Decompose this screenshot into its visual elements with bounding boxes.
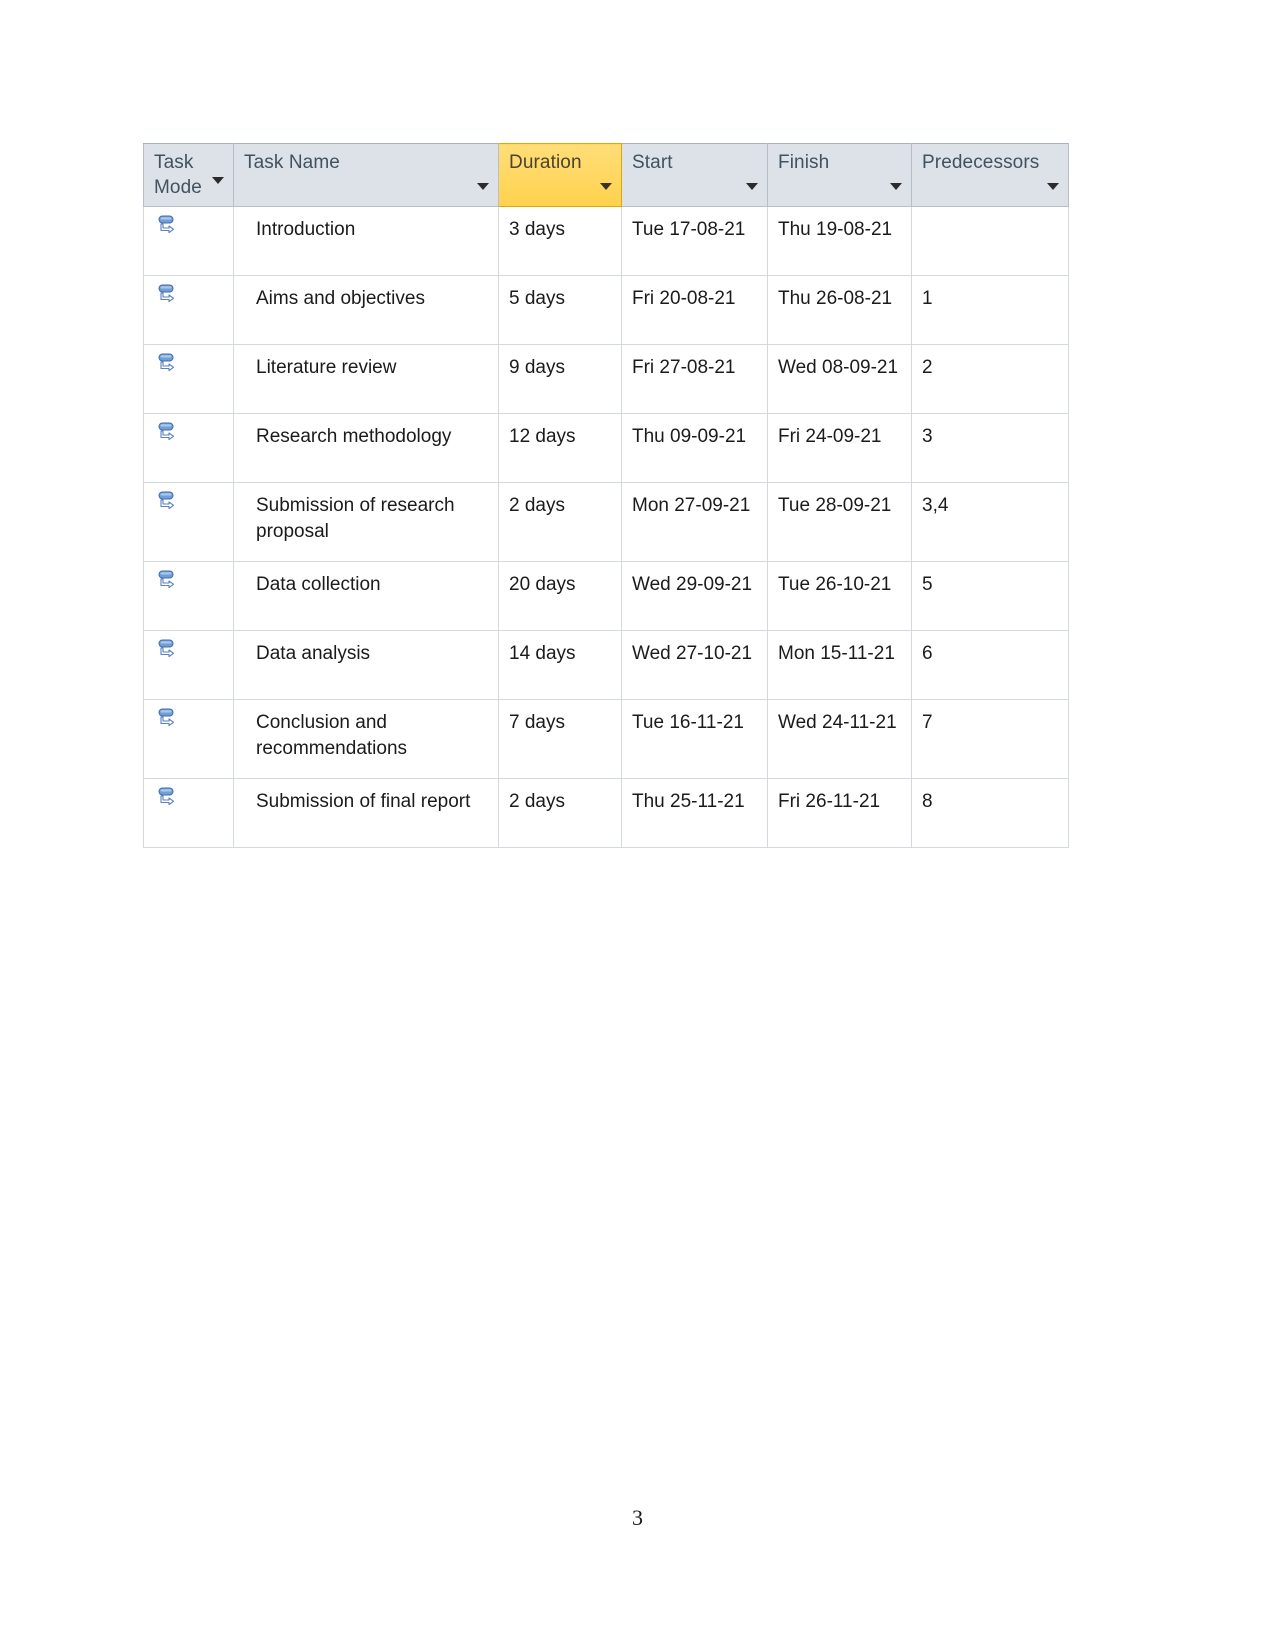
cell-task-mode[interactable] xyxy=(143,206,234,276)
cell-start[interactable]: Wed 29-09-21 xyxy=(621,561,768,631)
cell-predecessors[interactable]: 5 xyxy=(911,561,1069,631)
cell-predecessors[interactable]: 6 xyxy=(911,630,1069,700)
cell-task-name[interactable]: Data collection xyxy=(233,561,499,631)
cell-duration[interactable]: 14 days xyxy=(498,630,622,700)
table-row[interactable]: Literature review 9 days Fri 27-08-21 Wed 0… xyxy=(143,344,1069,414)
cell-task-name[interactable]: Literature review xyxy=(233,344,499,414)
filter-chevron-down-icon-finish[interactable] xyxy=(890,183,902,190)
filter-chevron-down-icon-task-mode[interactable] xyxy=(212,177,224,184)
table-row[interactable]: Research methodology 12 days Thu 09-09-21 F… xyxy=(143,413,1069,483)
table-header-row: Task Mode Task Name Duration Start Finish xyxy=(143,143,1069,207)
cell-start[interactable]: Fri 27-08-21 xyxy=(621,344,768,414)
cell-duration[interactable]: 2 days xyxy=(498,482,622,562)
column-header-task-mode[interactable]: Task Mode xyxy=(143,143,234,207)
project-schedule-table: Task Mode Task Name Duration Start Finish xyxy=(143,143,1069,848)
cell-start[interactable]: Mon 27-09-21 xyxy=(621,482,768,562)
auto-scheduled-icon xyxy=(158,284,175,303)
cell-task-mode[interactable] xyxy=(143,699,234,779)
column-header-start[interactable]: Start xyxy=(621,143,768,207)
filter-chevron-down-icon-task-name[interactable] xyxy=(477,183,489,190)
cell-finish[interactable]: Wed 08-09-21 xyxy=(767,344,912,414)
column-header-task-name[interactable]: Task Name xyxy=(233,143,499,207)
column-header-duration[interactable]: Duration xyxy=(498,143,622,207)
column-header-predecessors-label: Predecessors xyxy=(922,152,1040,173)
cell-task-mode[interactable] xyxy=(143,275,234,345)
cell-task-mode[interactable] xyxy=(143,344,234,414)
table-body: Introduction 3 days Tue 17-08-21 Thu 19-08-… xyxy=(143,206,1069,848)
table-row[interactable]: Conclusion and recommendations 7 days Tue … xyxy=(143,699,1069,779)
cell-task-mode[interactable] xyxy=(143,630,234,700)
table-row[interactable]: Submission of research proposal 2 days Mon… xyxy=(143,482,1069,562)
cell-finish[interactable]: Tue 28-09-21 xyxy=(767,482,912,562)
cell-start[interactable]: Tue 17-08-21 xyxy=(621,206,768,276)
cell-finish[interactable]: Thu 19-08-21 xyxy=(767,206,912,276)
cell-task-mode[interactable] xyxy=(143,561,234,631)
filter-chevron-down-icon-start[interactable] xyxy=(746,183,758,190)
cell-task-name[interactable]: Submission of final report xyxy=(233,778,499,848)
cell-task-name[interactable]: Submission of research proposal xyxy=(233,482,499,562)
cell-start[interactable]: Wed 27-10-21 xyxy=(621,630,768,700)
cell-task-name[interactable]: Conclusion and recommendations xyxy=(233,699,499,779)
auto-scheduled-icon xyxy=(158,708,175,727)
column-header-predecessors[interactable]: Predecessors xyxy=(911,143,1069,207)
table-row[interactable]: Introduction 3 days Tue 17-08-21 Thu 19-08-… xyxy=(143,206,1069,276)
cell-predecessors[interactable]: 1 xyxy=(911,275,1069,345)
cell-start[interactable]: Fri 20-08-21 xyxy=(621,275,768,345)
auto-scheduled-icon xyxy=(158,787,175,806)
cell-predecessors[interactable]: 8 xyxy=(911,778,1069,848)
cell-finish[interactable]: Fri 26-11-21 xyxy=(767,778,912,848)
cell-task-name[interactable]: Aims and objectives xyxy=(233,275,499,345)
cell-duration[interactable]: 7 days xyxy=(498,699,622,779)
filter-chevron-down-icon-predecessors[interactable] xyxy=(1047,183,1059,190)
cell-duration[interactable]: 9 days xyxy=(498,344,622,414)
cell-task-name[interactable]: Data analysis xyxy=(233,630,499,700)
cell-task-name[interactable]: Introduction xyxy=(233,206,499,276)
cell-finish[interactable]: Tue 26-10-21 xyxy=(767,561,912,631)
page-number: 3 xyxy=(632,1505,643,1530)
cell-predecessors[interactable]: 7 xyxy=(911,699,1069,779)
document-page: Task Mode Task Name Duration Start Finish xyxy=(0,0,1275,1650)
cell-predecessors[interactable]: 3,4 xyxy=(911,482,1069,562)
auto-scheduled-icon xyxy=(158,215,175,234)
cell-duration[interactable]: 3 days xyxy=(498,206,622,276)
cell-start[interactable]: Thu 09-09-21 xyxy=(621,413,768,483)
cell-finish[interactable]: Thu 26-08-21 xyxy=(767,275,912,345)
cell-duration[interactable]: 12 days xyxy=(498,413,622,483)
cell-finish[interactable]: Mon 15-11-21 xyxy=(767,630,912,700)
auto-scheduled-icon xyxy=(158,570,175,589)
table-row[interactable]: Submission of final report 2 days Thu 25-1… xyxy=(143,778,1069,848)
table-row[interactable]: Aims and objectives 5 days Fri 20-08-21 Thu… xyxy=(143,275,1069,345)
cell-start[interactable]: Thu 25-11-21 xyxy=(621,778,768,848)
cell-finish[interactable]: Wed 24-11-21 xyxy=(767,699,912,779)
cell-predecessors[interactable] xyxy=(911,206,1069,276)
column-header-start-label: Start xyxy=(632,152,673,173)
table-row[interactable]: Data collection 20 days Wed 29-09-21 Tue 26… xyxy=(143,561,1069,631)
cell-duration[interactable]: 5 days xyxy=(498,275,622,345)
cell-task-name[interactable]: Research methodology xyxy=(233,413,499,483)
auto-scheduled-icon xyxy=(158,639,175,658)
column-header-duration-label: Duration xyxy=(509,152,582,173)
auto-scheduled-icon xyxy=(158,353,175,372)
cell-predecessors[interactable]: 2 xyxy=(911,344,1069,414)
cell-finish[interactable]: Fri 24-09-21 xyxy=(767,413,912,483)
filter-chevron-down-icon-duration[interactable] xyxy=(600,183,612,190)
table-header: Task Mode Task Name Duration Start Finish xyxy=(143,143,1069,207)
cell-task-mode[interactable] xyxy=(143,482,234,562)
cell-duration[interactable]: 20 days xyxy=(498,561,622,631)
column-header-finish-label: Finish xyxy=(778,152,830,173)
auto-scheduled-icon xyxy=(158,491,175,510)
cell-task-mode[interactable] xyxy=(143,778,234,848)
cell-duration[interactable]: 2 days xyxy=(498,778,622,848)
cell-start[interactable]: Tue 16-11-21 xyxy=(621,699,768,779)
auto-scheduled-icon xyxy=(158,422,175,441)
column-header-task-mode-label: Task Mode xyxy=(154,152,202,198)
column-header-finish[interactable]: Finish xyxy=(767,143,912,207)
cell-task-mode[interactable] xyxy=(143,413,234,483)
table-row[interactable]: Data analysis 14 days Wed 27-10-21 Mon 15-1… xyxy=(143,630,1069,700)
column-header-task-name-label: Task Name xyxy=(244,152,340,173)
cell-predecessors[interactable]: 3 xyxy=(911,413,1069,483)
